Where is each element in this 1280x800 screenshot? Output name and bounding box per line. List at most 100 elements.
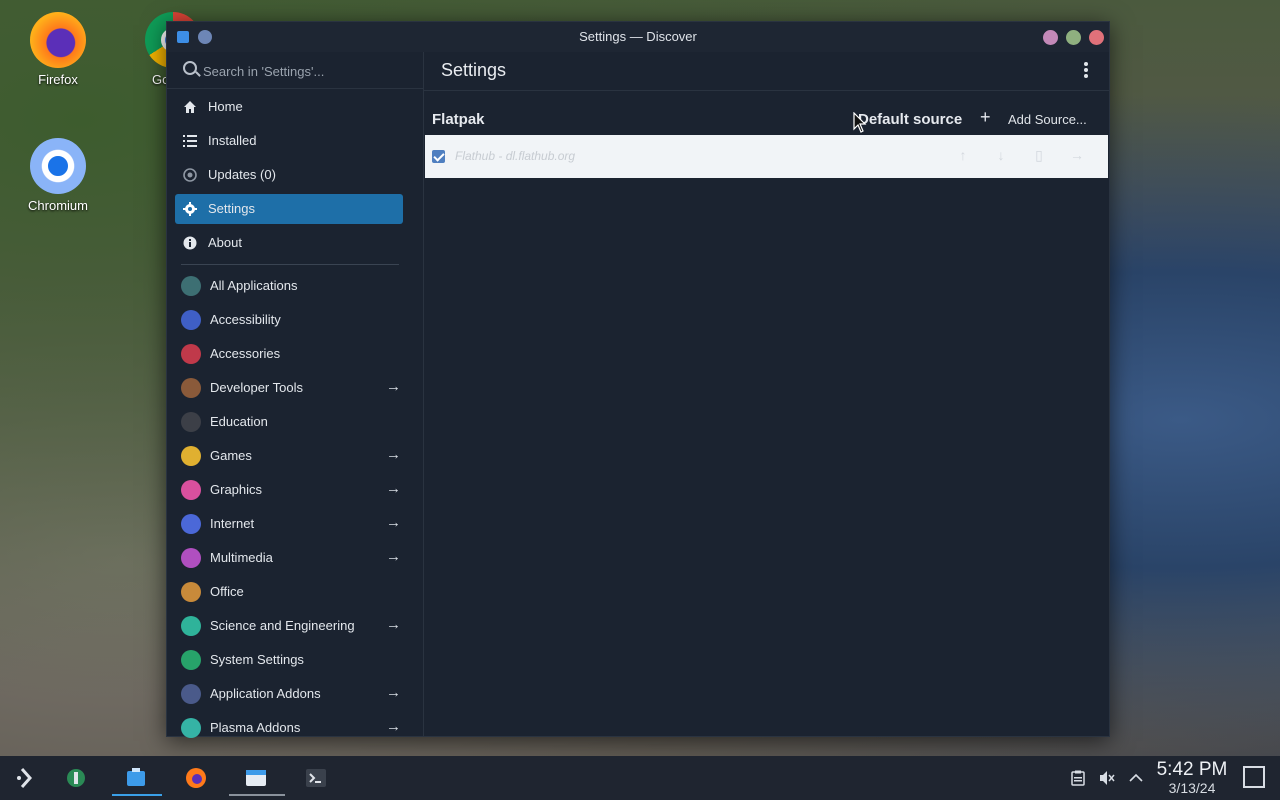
maximize-button[interactable]: [1066, 30, 1081, 45]
add-source-button[interactable]: Add Source...: [1008, 112, 1087, 127]
add-icon[interactable]: +: [980, 107, 991, 128]
category-icon: [181, 446, 201, 466]
category-icon: [181, 276, 201, 296]
category-icon: [181, 684, 201, 704]
nav-divider: [181, 264, 399, 265]
open-source-icon[interactable]: →: [1069, 147, 1085, 163]
nav-item-installed[interactable]: Installed: [175, 126, 403, 156]
page-title: Settings: [441, 60, 507, 80]
firefox-icon: [30, 12, 86, 68]
category-label: Accessories: [210, 346, 281, 361]
system-settings-icon: [67, 769, 85, 787]
list-icon: [183, 135, 197, 147]
clipboard-icon[interactable]: [1070, 770, 1086, 786]
taskbar-system-settings[interactable]: [62, 764, 90, 792]
desktop-icon-label: Firefox: [38, 72, 78, 87]
category-item[interactable]: Office: [175, 576, 403, 608]
category-item[interactable]: Application Addons →: [175, 678, 403, 710]
move-up-icon[interactable]: ↑: [955, 147, 971, 163]
nav-item-updates[interactable]: Updates (0): [175, 160, 403, 190]
updates-icon: [183, 168, 197, 182]
taskbar-file-manager[interactable]: [242, 764, 270, 792]
category-item[interactable]: Accessibility: [175, 304, 403, 336]
clock-date: 3/13/24: [1168, 780, 1216, 796]
nav-item-label: Settings: [208, 201, 255, 216]
arrow-right-icon: →: [386, 446, 401, 463]
source-row[interactable]: Flathub - dl.flathub.org ↑ ↓ ▯ →: [425, 135, 1108, 178]
header-divider: [424, 90, 1109, 91]
category-icon: [181, 480, 201, 500]
category-label: Accessibility: [210, 312, 281, 327]
category-label: Graphics: [210, 482, 263, 497]
category-label: Games: [210, 448, 252, 463]
category-icon: [181, 650, 201, 670]
category-item[interactable]: Graphics →: [175, 474, 403, 506]
sidebar: Home Installed Updates (0) Settings Abou…: [167, 52, 424, 738]
category-item[interactable]: System Settings: [175, 644, 403, 676]
taskbar-firefox[interactable]: [182, 764, 210, 792]
source-enabled-checkbox[interactable]: [432, 150, 445, 163]
arrow-right-icon: →: [386, 378, 401, 395]
category-item[interactable]: Science and Engineering →: [175, 610, 403, 642]
arrow-right-icon: →: [386, 480, 401, 497]
category-item[interactable]: Games →: [175, 440, 403, 472]
category-icon: [181, 412, 201, 432]
nav-item-about[interactable]: About: [175, 228, 403, 258]
category-icon: [181, 378, 201, 398]
home-icon: [184, 101, 196, 113]
taskbar-terminal[interactable]: [302, 764, 330, 792]
arrow-right-icon: →: [386, 718, 401, 735]
category-label: Internet: [210, 516, 255, 531]
category-item[interactable]: All Applications: [175, 270, 403, 302]
show-hidden-icons-chevron-up-icon[interactable]: [1128, 770, 1144, 786]
category-label: Application Addons: [210, 686, 321, 701]
taskbar: 5:42 PM 3/13/24: [0, 756, 1280, 800]
search-input[interactable]: [201, 58, 415, 84]
search-box: [177, 58, 421, 84]
nav-item-home[interactable]: Home: [175, 92, 403, 122]
category-icon: [181, 548, 201, 568]
category-item[interactable]: Multimedia →: [175, 542, 403, 574]
desktop-icon-chromium[interactable]: Chromium: [13, 138, 103, 213]
category-icon: [181, 310, 201, 330]
nav-item-label: Installed: [208, 133, 257, 148]
taskbar-discover[interactable]: [122, 764, 150, 792]
application-launcher-button[interactable]: [12, 764, 40, 792]
firefox-icon: [186, 768, 206, 788]
gear-icon: [183, 202, 197, 216]
arrow-right-icon: →: [386, 616, 401, 633]
folder-icon: [246, 770, 266, 786]
category-icon: [181, 582, 201, 602]
category-item[interactable]: Accessories: [175, 338, 403, 370]
category-label: Science and Engineering: [210, 618, 355, 633]
category-label: Developer Tools: [210, 380, 303, 395]
search-icon: [183, 61, 197, 75]
category-label: Multimedia: [210, 550, 273, 565]
show-desktop-button[interactable]: [1243, 766, 1265, 788]
clock-time: 5:42 PM: [1156, 759, 1228, 780]
volume-muted-icon[interactable]: [1099, 770, 1115, 786]
active-task-indicator: [112, 794, 162, 796]
category-item[interactable]: Developer Tools →: [175, 372, 403, 404]
minimize-button[interactable]: [1043, 30, 1058, 45]
clock[interactable]: 5:42 PM 3/13/24: [1152, 759, 1232, 797]
category-item[interactable]: Education: [175, 406, 403, 438]
close-button[interactable]: [1089, 30, 1104, 45]
discover-window: Settings — Discover Home Installed Updat…: [166, 21, 1110, 738]
move-down-icon[interactable]: ↓: [993, 147, 1009, 163]
desktop-icon-firefox[interactable]: Firefox: [13, 12, 103, 87]
titlebar[interactable]: Settings — Discover: [167, 22, 1109, 52]
category-item[interactable]: Internet →: [175, 508, 403, 540]
category-icon: [181, 344, 201, 364]
default-source-button[interactable]: Default source: [858, 111, 962, 128]
chromium-icon: [30, 138, 86, 194]
more-options-button[interactable]: [1083, 62, 1089, 78]
category-item[interactable]: Plasma Addons →: [175, 712, 403, 744]
delete-icon[interactable]: ▯: [1031, 147, 1047, 163]
nav-item-settings[interactable]: Settings: [175, 194, 403, 224]
open-task-indicator: [229, 794, 285, 796]
category-label: System Settings: [210, 652, 304, 667]
nav-item-label: About: [208, 235, 242, 250]
search-divider: [167, 88, 423, 89]
main-panel: Settings Flatpak Default source + Add So…: [424, 52, 1109, 736]
